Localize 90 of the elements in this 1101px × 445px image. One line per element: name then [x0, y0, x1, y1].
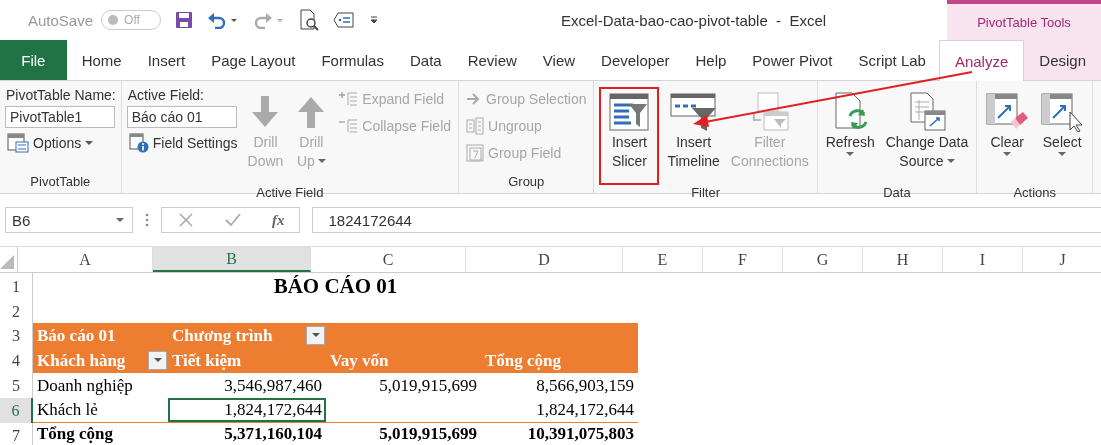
ribbon-tab[interactable]: Review [454, 40, 530, 80]
column-header[interactable]: I [943, 247, 1023, 272]
print-preview-icon[interactable] [299, 9, 320, 31]
table-icon [7, 133, 29, 153]
text-field[interactable]: Báo cáo 01 [126, 106, 237, 128]
ribbon-tab[interactable]: File [0, 40, 67, 80]
column-header[interactable]: H [863, 247, 943, 272]
table-cell-text: 3,546,987,460 [223, 374, 323, 397]
field-label: PivotTable Name: [5, 87, 116, 103]
column-header[interactable]: D [466, 247, 623, 272]
table-cell-text: 5,019,915,699 [378, 423, 478, 445]
ribbon-tab[interactable]: Data [396, 40, 455, 80]
group-label: Filter [690, 185, 721, 202]
ribbon-button[interactable]: Insert Timeline [664, 87, 723, 185]
ribbon-button[interactable]: Select [1037, 87, 1088, 185]
ribbon-button[interactable]: Clear [982, 87, 1033, 185]
table-cell-text: 1,824,172,644 [535, 399, 635, 421]
table-cell-text: Khách lẻ [36, 399, 99, 421]
context-tab-header: PivotTable Tools [947, 0, 1101, 40]
ribbon-tab[interactable]: Page Layout [198, 40, 309, 80]
filter-dropdown[interactable] [148, 351, 167, 370]
column-header[interactable]: J [1023, 247, 1101, 272]
ribbon-button[interactable]: Refresh [822, 87, 878, 185]
grip-icon [145, 213, 149, 227]
name-box[interactable]: B6 [5, 207, 133, 233]
table-cell-text: Vay vốn [329, 349, 390, 372]
table-cell-text: 5,371,160,104 [223, 423, 323, 445]
funnel-list-icon [609, 91, 650, 133]
ribbon-tab[interactable]: View [529, 40, 589, 80]
caret-icon [311, 333, 320, 338]
group-label: Actions [1012, 185, 1058, 202]
table-cell-text: Tổng cộng [484, 349, 563, 372]
columns-icon [466, 117, 485, 135]
filter-dropdown[interactable] [306, 326, 325, 345]
ribbon-button[interactable]: Field Settings [126, 131, 240, 155]
table-cell-text: Khách hàng [36, 349, 127, 372]
ribbon-tab[interactable]: Insert [134, 40, 199, 80]
undo-icon[interactable] [207, 11, 240, 29]
minus-list-icon [338, 118, 359, 134]
text-field[interactable]: PivotTable1 [5, 106, 115, 128]
tag-icon[interactable] [333, 12, 356, 28]
ribbon-tab[interactable]: Analyze [938, 40, 1025, 81]
caret-icon [153, 358, 162, 363]
table-cell-text: Tổng cộng [36, 423, 115, 445]
insert-function-button[interactable]: fx [272, 211, 285, 229]
group-label: Group [507, 174, 546, 191]
group-label: Data [882, 185, 912, 202]
table-cell-text: Doanh nghiệp [36, 374, 134, 397]
ribbon-tab[interactable]: Design [1024, 40, 1101, 80]
report-title: BÁO CÁO 01 [272, 273, 399, 300]
column-header[interactable]: F [703, 247, 783, 272]
plus-list-icon [338, 91, 359, 107]
column-header[interactable]: E [623, 247, 703, 272]
table-cell-text: 8,566,903,159 [535, 374, 635, 397]
row-header[interactable]: 1 [0, 273, 33, 300]
timeline-funnel-icon [669, 91, 718, 133]
ribbon-button[interactable]: Change Data Source [882, 87, 972, 185]
field-label: Active Field: [126, 87, 205, 103]
group-label: Active Field [255, 185, 325, 202]
ribbon-tab[interactable]: Formulas [308, 40, 397, 80]
ribbon-tab[interactable]: Power Pivot [739, 40, 846, 80]
row-header[interactable]: 6 [0, 398, 33, 423]
ribbon-tab[interactable]: Script Lab [845, 40, 939, 80]
info-icon [128, 133, 149, 153]
row-header[interactable]: 7 [0, 423, 33, 445]
caret-icon[interactable] [369, 15, 380, 25]
ribbon-button[interactable]: Insert Slicer [599, 87, 660, 185]
table-cell-text: Chương trình [171, 324, 274, 347]
column-header[interactable]: B [153, 247, 311, 272]
formula-field[interactable]: 1824172644 [311, 207, 1101, 233]
save-icon[interactable] [175, 11, 194, 29]
caret-icon[interactable] [116, 217, 124, 223]
table-cell-text: Báo cáo 01 [36, 324, 117, 347]
group-label: PivotTable [29, 174, 92, 191]
row-header[interactable]: 2 [0, 300, 33, 323]
autosave-label: AutoSave [28, 11, 94, 29]
pointer-icon [1040, 91, 1085, 133]
table-cell-text: 5,019,915,699 [378, 374, 478, 397]
table-cell-text: 10,391,075,803 [526, 423, 635, 445]
table-cell-text: Tiết kiệm [171, 349, 243, 372]
table-cell: 1,824,172,644 [168, 398, 326, 422]
ribbon-tab[interactable]: Home [68, 40, 135, 80]
window-title: Excel-Data-bao-cao-pivot-table - Excel [560, 11, 828, 29]
calendar-icon [466, 144, 485, 162]
check-icon[interactable] [224, 212, 242, 228]
ribbon-tab[interactable]: Help [682, 40, 740, 80]
ribbon-button[interactable]: Options [5, 131, 116, 155]
column-header[interactable]: C [311, 247, 466, 272]
ribbon-tab[interactable]: Developer [588, 40, 683, 80]
column-header[interactable]: G [783, 247, 863, 272]
